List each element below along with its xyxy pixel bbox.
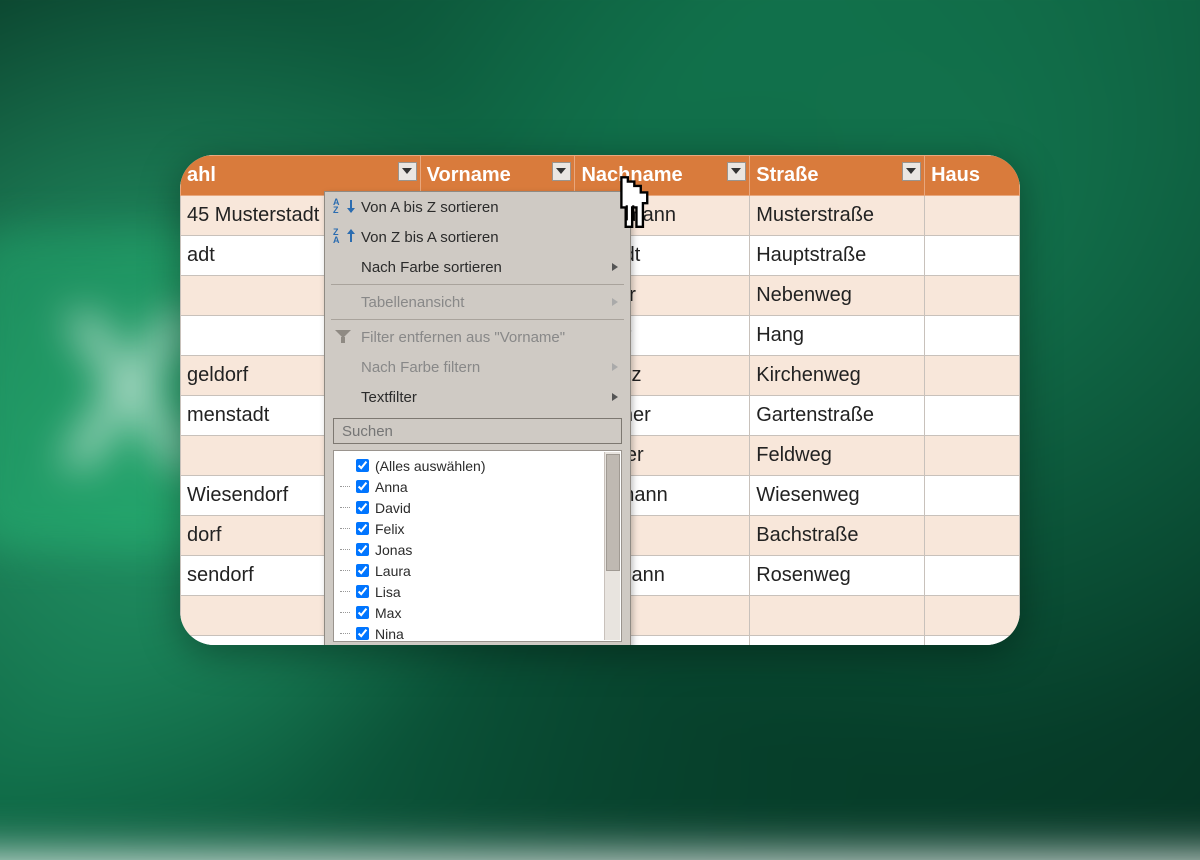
sort-az-icon: AZ [333, 198, 353, 216]
cell[interactable] [925, 396, 1020, 436]
menu-label: Von Z bis A sortieren [361, 229, 499, 246]
col-header-haus[interactable]: Haus [925, 156, 1020, 196]
cell[interactable] [925, 636, 1020, 646]
check-label: David [375, 500, 411, 516]
cell[interactable]: Feldweg [750, 436, 925, 476]
cell[interactable]: Bachstraße [750, 516, 925, 556]
cell[interactable] [925, 196, 1020, 236]
check-label: Nina [375, 626, 404, 642]
cell[interactable] [925, 316, 1020, 356]
checkbox[interactable] [356, 501, 369, 514]
cell[interactable]: Kirchenweg [750, 356, 925, 396]
cell[interactable] [925, 236, 1020, 276]
cell[interactable] [925, 596, 1020, 636]
col-header-strasse[interactable]: Straße [750, 156, 925, 196]
col-header-ahl[interactable]: ahl [181, 156, 421, 196]
cell[interactable] [925, 356, 1020, 396]
filter-check-item[interactable]: Jonas [334, 539, 621, 560]
filter-dropdown-icon[interactable] [552, 162, 571, 181]
cell[interactable] [925, 476, 1020, 516]
check-label: (Alles auswählen) [375, 458, 486, 474]
check-label: Felix [375, 521, 405, 537]
filter-check-item[interactable]: Felix [334, 518, 621, 539]
checkbox[interactable] [356, 522, 369, 535]
col-label: Vorname [427, 164, 511, 186]
cell[interactable] [925, 556, 1020, 596]
sort-za[interactable]: ZA Von Z bis A sortieren [325, 222, 630, 252]
clear-filter: Filter entfernen aus "Vorname" [325, 322, 630, 352]
menu-label: Tabellenansicht [361, 294, 464, 311]
check-label: Laura [375, 563, 411, 579]
filter-menu: AZ Von A bis Z sortieren ZA Von Z bis A … [324, 191, 631, 645]
check-label: Lisa [375, 584, 401, 600]
sort-za-icon: ZA [333, 228, 353, 246]
checkbox[interactable] [356, 564, 369, 577]
menu-label: Nach Farbe sortieren [361, 259, 502, 276]
separator [331, 284, 624, 285]
filter-check-item[interactable]: Max [334, 602, 621, 623]
separator [331, 319, 624, 320]
filter-check-item[interactable]: Lisa [334, 581, 621, 602]
filter-dropdown-icon[interactable] [902, 162, 921, 181]
filter-dropdown-icon[interactable] [727, 162, 746, 181]
cell[interactable]: Rosenweg [750, 556, 925, 596]
col-label: Haus [931, 164, 980, 186]
cell[interactable]: Hang [750, 316, 925, 356]
cell[interactable] [750, 636, 925, 646]
sort-by-color[interactable]: Nach Farbe sortieren [325, 252, 630, 282]
cell[interactable] [925, 436, 1020, 476]
filter-by-color: Nach Farbe filtern [325, 352, 630, 382]
cell[interactable] [750, 596, 925, 636]
funnel-icon [335, 330, 351, 344]
col-header-nachname[interactable]: Nachname [575, 156, 750, 196]
checkbox[interactable] [356, 585, 369, 598]
text-filter[interactable]: Textfilter [325, 382, 630, 412]
table-view: Tabellenansicht [325, 287, 630, 317]
col-label: ahl [187, 164, 216, 186]
filter-check-item[interactable]: David [334, 497, 621, 518]
sort-az[interactable]: AZ Von A bis Z sortieren [325, 192, 630, 222]
filter-checklist: (Alles auswählen) Anna David Felix Jonas Laur… [333, 450, 622, 642]
menu-label: Textfilter [361, 389, 417, 406]
filter-check-item[interactable]: Anna [334, 476, 621, 497]
menu-label: Filter entfernen aus "Vorname" [361, 329, 565, 346]
check-label: Max [375, 605, 401, 621]
filter-check-item[interactable]: (Alles auswählen) [334, 455, 621, 476]
cell[interactable]: Gartenstraße [750, 396, 925, 436]
menu-label: Nach Farbe filtern [361, 359, 480, 376]
cell[interactable]: Hauptstraße [750, 236, 925, 276]
cell[interactable] [925, 276, 1020, 316]
check-label: Jonas [375, 542, 412, 558]
filter-search-input[interactable] [333, 418, 622, 444]
cell[interactable]: Wiesenweg [750, 476, 925, 516]
menu-label: Von A bis Z sortieren [361, 199, 499, 216]
cell[interactable]: Musterstraße [750, 196, 925, 236]
cell[interactable]: Nebenweg [750, 276, 925, 316]
check-label: Anna [375, 479, 408, 495]
col-label: Straße [756, 164, 818, 186]
checkbox[interactable] [356, 606, 369, 619]
checkbox[interactable] [356, 459, 369, 472]
checkbox[interactable] [356, 627, 369, 640]
cell[interactable] [925, 516, 1020, 556]
filter-dropdown-icon[interactable] [398, 162, 417, 181]
col-header-vorname[interactable]: Vorname [420, 156, 575, 196]
spreadsheet-card: ahl Vorname Nachname Straße Haus 45 Must… [180, 155, 1020, 645]
checkbox[interactable] [356, 543, 369, 556]
filter-check-item[interactable]: Nina [334, 623, 621, 642]
filter-check-item[interactable]: Laura [334, 560, 621, 581]
col-label: Nachname [581, 164, 682, 186]
checkbox[interactable] [356, 480, 369, 493]
